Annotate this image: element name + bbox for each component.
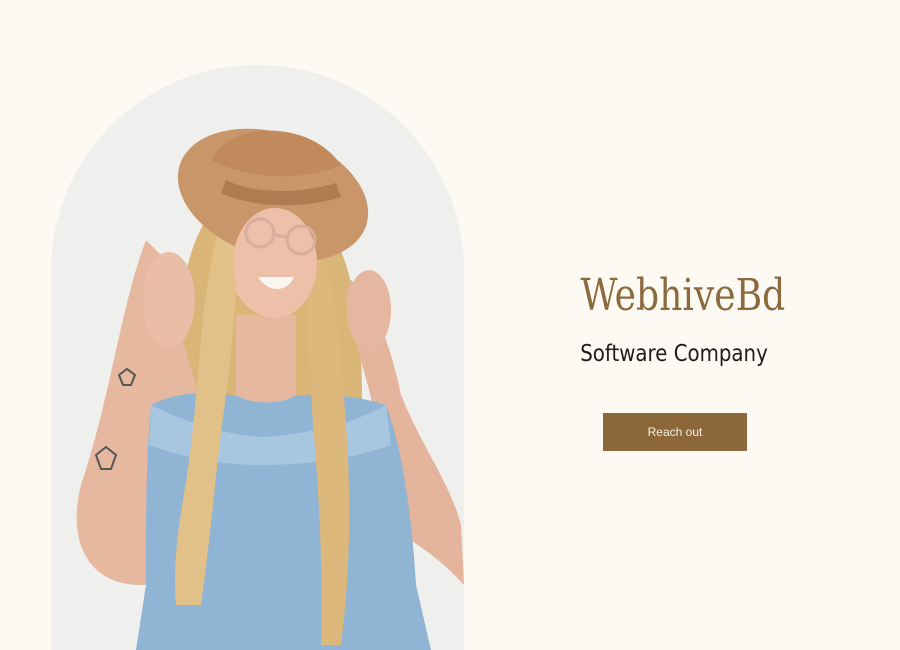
tagline: Software Company (580, 341, 768, 367)
reach-out-button[interactable]: Reach out (603, 413, 747, 451)
woman-in-hat-illustration (51, 65, 464, 650)
brand-title: WebhiveBd (580, 270, 786, 321)
hero-photo (51, 65, 464, 650)
